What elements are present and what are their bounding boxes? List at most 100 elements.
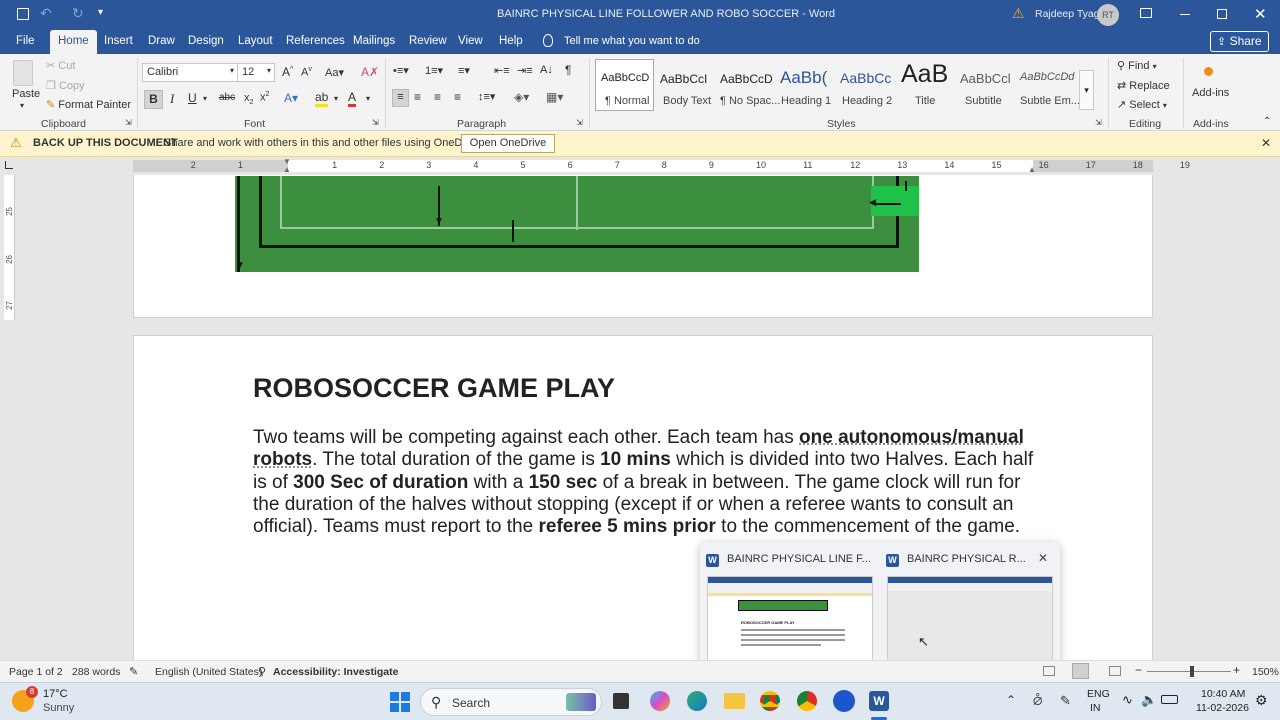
tab-home[interactable]: Home xyxy=(50,30,97,54)
increase-indent-icon[interactable]: ⇥≡ xyxy=(517,64,533,77)
zoom-in-icon[interactable]: + xyxy=(1233,663,1240,677)
word-count[interactable]: 288 words xyxy=(72,666,120,678)
find-button[interactable]: ⚲ Find ▾ xyxy=(1117,59,1157,72)
chevron-down-icon[interactable]: ▾ xyxy=(203,94,207,103)
tab-review[interactable]: Review xyxy=(409,30,447,54)
network-off-icon[interactable]: ⦲ xyxy=(1033,693,1042,709)
preview-thumbnail-2[interactable] xyxy=(887,576,1053,664)
shading-icon[interactable]: ◈▾ xyxy=(514,90,529,104)
temperature[interactable]: 17°C xyxy=(43,688,68,700)
chevron-down-icon[interactable]: ▾ xyxy=(334,94,338,103)
tab-draw[interactable]: Draw xyxy=(148,30,175,54)
align-left-icon[interactable]: ≡ xyxy=(392,89,409,107)
clock-time[interactable]: 10:40 AM xyxy=(1201,688,1245,700)
zoom-slider[interactable] xyxy=(1147,671,1231,672)
word-taskbar-icon[interactable]: W xyxy=(869,691,889,711)
underline-icon[interactable]: U xyxy=(188,91,197,105)
edge-icon[interactable] xyxy=(687,691,707,711)
text-effects-icon[interactable]: A▾ xyxy=(284,91,298,105)
align-center-icon[interactable]: ≡ xyxy=(414,90,421,104)
accessibility-icon[interactable]: ⚲ xyxy=(258,665,266,678)
replace-button[interactable]: ⇄ Replace xyxy=(1117,79,1170,92)
grow-font-icon[interactable]: A^ xyxy=(282,65,293,79)
start-icon[interactable] xyxy=(390,692,410,712)
paste-dropdown-icon[interactable]: ▾ xyxy=(20,101,24,110)
change-case-icon[interactable]: Aa▾ xyxy=(325,66,344,79)
restore-icon[interactable] xyxy=(1217,9,1227,19)
multilevel-list-icon[interactable]: ≡▾ xyxy=(458,64,470,77)
language-region[interactable]: IN xyxy=(1090,702,1101,714)
preview-window-1[interactable]: W BAINRC PHYSICAL LINE F... ROBOSOCCER G… xyxy=(704,546,876,664)
tab-references[interactable]: References xyxy=(286,30,345,54)
style-title[interactable]: AaB Title xyxy=(896,58,956,114)
pen-icon[interactable]: ✎ xyxy=(1060,693,1071,709)
clipboard-launcher-icon[interactable]: ⇲ xyxy=(125,118,132,127)
styles-launcher-icon[interactable]: ⇲ xyxy=(1095,118,1102,127)
save-icon[interactable] xyxy=(17,8,29,20)
align-right-icon[interactable]: ≡ xyxy=(434,90,441,104)
page-count[interactable]: Page 1 of 2 xyxy=(9,666,63,678)
addins-icon[interactable] xyxy=(1204,67,1213,76)
subscript-icon[interactable]: x2 xyxy=(244,92,253,106)
strikethrough-icon[interactable]: abc xyxy=(219,92,235,103)
tab-file[interactable]: File xyxy=(16,30,35,54)
search-box[interactable]: ⚲ Search xyxy=(420,688,602,716)
accessibility-status[interactable]: Accessibility: Investigate xyxy=(273,666,398,678)
close-icon[interactable]: ✕ xyxy=(1038,551,1048,565)
shrink-font-icon[interactable]: Av xyxy=(301,66,312,79)
bullets-icon[interactable]: •≡▾ xyxy=(393,64,409,77)
zoom-out-icon[interactable]: − xyxy=(1135,663,1142,677)
format-painter-button[interactable]: ✎ Format Painter xyxy=(46,98,131,111)
language[interactable]: English (United States) xyxy=(155,666,262,678)
tab-layout[interactable]: Layout xyxy=(238,30,273,54)
chrome-profile-icon[interactable] xyxy=(797,691,817,711)
style-subtle-emphasis[interactable]: AaBbCcDd Subtle Em... xyxy=(1016,58,1080,114)
body-paragraph[interactable]: Two teams will be competing against each… xyxy=(253,427,1038,538)
tab-design[interactable]: Design xyxy=(188,30,224,54)
cut-button[interactable]: ✂ Cut xyxy=(46,59,75,72)
user-name[interactable]: Rajdeep Tyagi xyxy=(1035,8,1102,20)
horizontal-ruler[interactable]: 2 1 1 2 3 4 5 6 7 8 9 10 11 12 13 14 15 16 17 18 19 ▼ ▲ ▲ xyxy=(0,157,1280,175)
tab-insert[interactable]: Insert xyxy=(104,30,133,54)
clear-formatting-icon[interactable]: A✗ xyxy=(361,65,379,79)
font-size-box[interactable]: 12 ▾ xyxy=(237,63,275,82)
styles-more-icon[interactable]: ▾ xyxy=(1079,70,1094,110)
style-body-text[interactable]: AaBbCcI Body Text xyxy=(656,58,716,114)
copilot-icon[interactable] xyxy=(650,691,670,711)
style-no-spacing[interactable]: AaBbCcD ¶ No Spac... xyxy=(716,58,780,114)
proofing-icon[interactable]: ✎ xyxy=(129,665,138,678)
tell-me-search[interactable]: Tell me what you want to do xyxy=(564,30,700,54)
style-normal[interactable]: AaBbCcD ¶ Normal xyxy=(595,59,654,111)
tab-help[interactable]: Help xyxy=(499,30,523,54)
paragraph-launcher-icon[interactable]: ⇲ xyxy=(576,118,583,127)
weather-condition[interactable]: Sunny xyxy=(43,702,74,714)
right-indent-marker[interactable]: ▲ xyxy=(1028,165,1036,174)
copy-button[interactable]: ❐ Copy xyxy=(46,79,85,92)
warning-icon[interactable]: ⚠ xyxy=(1012,5,1025,22)
battery-icon[interactable] xyxy=(1161,695,1178,704)
zoom-level[interactable]: 150% xyxy=(1252,666,1279,678)
print-layout-icon[interactable] xyxy=(1072,663,1089,679)
redo-icon[interactable]: ↻ xyxy=(72,5,84,22)
task-view-icon[interactable] xyxy=(613,693,629,709)
file-explorer-icon[interactable] xyxy=(724,693,745,709)
document-area[interactable]: 25 26 27 ▼ ▼ ◀ ROBOSOCCER GAME PLAY Two … xyxy=(0,175,1280,660)
clock-date[interactable]: 11-02-2026 xyxy=(1196,702,1249,714)
tab-mailings[interactable]: Mailings xyxy=(353,30,395,54)
justify-icon[interactable]: ≡ xyxy=(454,90,461,104)
zoom-app-icon[interactable] xyxy=(833,690,855,712)
ribbon-display-icon[interactable] xyxy=(1140,8,1152,18)
paste-icon[interactable] xyxy=(13,60,33,86)
customize-qat-icon[interactable]: ▾ xyxy=(98,7,103,18)
select-button[interactable]: ↗ Select ▾ xyxy=(1117,98,1167,111)
tab-view[interactable]: View xyxy=(458,30,483,54)
font-name-box[interactable]: Calibri ▾ xyxy=(142,63,238,82)
avatar[interactable]: RT xyxy=(1097,4,1119,26)
borders-icon[interactable]: ▦▾ xyxy=(546,90,563,104)
volume-icon[interactable]: 🔈 xyxy=(1141,692,1157,708)
style-heading-1[interactable]: AaBb( Heading 1 xyxy=(776,58,836,114)
language-code[interactable]: ENG xyxy=(1087,688,1110,700)
style-subtitle[interactable]: AaBbCcl Subtitle xyxy=(956,58,1016,114)
close-icon[interactable]: ✕ xyxy=(1254,5,1267,23)
superscript-icon[interactable]: x2 xyxy=(260,91,269,104)
